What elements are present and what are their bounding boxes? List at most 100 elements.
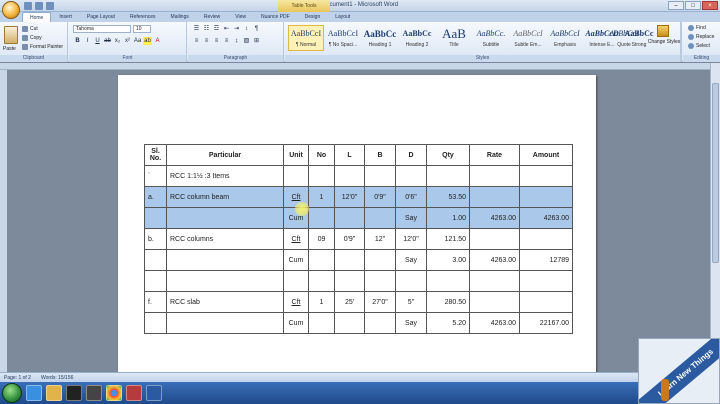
paste-button[interactable]: Paste	[3, 46, 16, 52]
table-cell[interactable]: RCC 1:1½ :3 Items	[166, 165, 284, 187]
table-cell[interactable]: 12"	[364, 228, 396, 250]
align-right-icon[interactable]: ≡	[212, 37, 221, 45]
table-cell[interactable]: 12'0"	[334, 186, 365, 208]
change-case-icon[interactable]: Aa	[133, 37, 142, 45]
close-button[interactable]: ×	[702, 1, 718, 10]
table-cell[interactable]: 4263.00	[469, 312, 520, 334]
borders-icon[interactable]: ⊞	[252, 37, 261, 45]
app-icon[interactable]	[86, 385, 102, 401]
media-icon[interactable]	[66, 385, 82, 401]
table-cell[interactable]: a.	[144, 186, 167, 208]
copy-button[interactable]: Copy	[22, 35, 42, 41]
table-cell[interactable]: 0'6"	[395, 186, 427, 208]
multilevel-icon[interactable]: ☲	[212, 25, 221, 33]
numbering-icon[interactable]: ☷	[202, 25, 211, 33]
table-cell[interactable]: 27'0"	[364, 291, 396, 313]
style-quote[interactable]: AaBbCcI Quote	[606, 25, 642, 51]
header-cell[interactable]: L	[334, 144, 365, 166]
table-cell[interactable]: 3.00	[426, 249, 470, 271]
sort-icon[interactable]: ↕	[242, 25, 251, 33]
tab-view[interactable]: View	[228, 12, 253, 22]
table-cell[interactable]: f.	[144, 291, 167, 313]
decrease-indent-icon[interactable]: ⇤	[222, 25, 231, 33]
table-cell[interactable]	[334, 207, 365, 229]
tab-mailings[interactable]: Mailings	[164, 12, 196, 22]
style-heading-1[interactable]: AaBbCc Heading 1	[362, 25, 398, 51]
horizontal-ruler[interactable]	[0, 63, 710, 70]
align-center-icon[interactable]: ≡	[202, 37, 211, 45]
style-no-spacing[interactable]: AaBbCcI ¶ No Spaci...	[325, 25, 361, 51]
justify-icon[interactable]: ≡	[222, 37, 231, 45]
table-cell[interactable]	[308, 249, 335, 271]
tab-references[interactable]: References	[123, 12, 163, 22]
cut-button[interactable]: Cut	[22, 26, 38, 32]
table-cell[interactable]	[364, 270, 396, 292]
bold-icon[interactable]: B	[73, 37, 82, 45]
table-cell[interactable]	[469, 291, 520, 313]
vertical-ruler[interactable]	[0, 70, 7, 372]
table-cell[interactable]: Say	[395, 249, 427, 271]
table-cell[interactable]: 1	[308, 186, 335, 208]
table-cell[interactable]: Cft	[283, 291, 309, 313]
table-cell[interactable]	[334, 165, 365, 187]
table-cell[interactable]	[469, 165, 520, 187]
italic-icon[interactable]: I	[83, 37, 92, 45]
table-cell[interactable]	[283, 165, 309, 187]
header-cell[interactable]: Amount	[519, 144, 573, 166]
table-cell[interactable]	[395, 165, 427, 187]
explorer-icon[interactable]	[46, 385, 62, 401]
strikethrough-icon[interactable]: ab	[103, 37, 112, 45]
tab-page-layout[interactable]: Page Layout	[80, 12, 122, 22]
table-cell[interactable]	[519, 165, 573, 187]
table-cell[interactable]	[166, 249, 284, 271]
table-cell[interactable]: 0'9"	[364, 186, 396, 208]
table-cell[interactable]: `	[144, 165, 167, 187]
table-cell[interactable]	[308, 207, 335, 229]
table-cell[interactable]: Cft	[283, 186, 309, 208]
tab-nuance-pdf[interactable]: Nuance PDF	[254, 12, 297, 22]
tab-review[interactable]: Review	[197, 12, 227, 22]
table-cell[interactable]: 1.00	[426, 207, 470, 229]
highlight-icon[interactable]: ab	[143, 37, 152, 45]
header-cell[interactable]: Particular	[166, 144, 284, 166]
table-cell[interactable]: RCC slab	[166, 291, 284, 313]
table-cell[interactable]: Say	[395, 312, 427, 334]
style-normal[interactable]: AaBbCcI ¶ Normal	[288, 25, 324, 51]
underline-icon[interactable]: U	[93, 37, 102, 45]
tab-home[interactable]: Home	[22, 12, 52, 22]
table-cell[interactable]: Cum	[283, 312, 309, 334]
table-cell[interactable]	[308, 270, 335, 292]
change-styles-button[interactable]: Change Styles	[647, 39, 681, 45]
style-emphasis[interactable]: AaBbCcI Emphasis	[547, 25, 583, 51]
tab-insert[interactable]: Insert	[52, 12, 79, 22]
table-cell[interactable]: 1	[308, 291, 335, 313]
table-cell[interactable]	[469, 228, 520, 250]
maximize-button[interactable]: □	[685, 1, 701, 10]
find-button[interactable]: Find	[688, 25, 706, 31]
bullets-icon[interactable]: ☰	[192, 25, 201, 33]
photo-icon[interactable]	[126, 385, 142, 401]
table-cell[interactable]	[334, 270, 365, 292]
start-button[interactable]	[2, 383, 22, 403]
paste-icon[interactable]	[4, 26, 18, 44]
increase-indent-icon[interactable]: ⇥	[232, 25, 241, 33]
font-name-select[interactable]: Tahoma	[73, 25, 131, 33]
header-cell[interactable]: B	[364, 144, 396, 166]
table-cell[interactable]	[364, 165, 396, 187]
table-cell[interactable]: 09	[308, 228, 335, 250]
scrollbar-thumb[interactable]	[712, 83, 719, 263]
header-cell[interactable]: Sl. No.	[144, 144, 167, 166]
table-cell[interactable]: 25'	[334, 291, 365, 313]
table-cell[interactable]	[519, 270, 573, 292]
style-title[interactable]: AaB Title	[436, 25, 472, 51]
table-cell[interactable]	[166, 207, 284, 229]
style-heading-2[interactable]: AaBbCc Heading 2	[399, 25, 435, 51]
table-cell[interactable]: Cum	[283, 249, 309, 271]
table-cell[interactable]	[308, 165, 335, 187]
table-cell[interactable]	[283, 270, 309, 292]
office-button[interactable]	[2, 1, 20, 19]
table-cell[interactable]	[166, 270, 284, 292]
align-left-icon[interactable]: ≡	[192, 37, 201, 45]
ie-icon[interactable]	[26, 385, 42, 401]
table-cell[interactable]: 0'9"	[334, 228, 365, 250]
